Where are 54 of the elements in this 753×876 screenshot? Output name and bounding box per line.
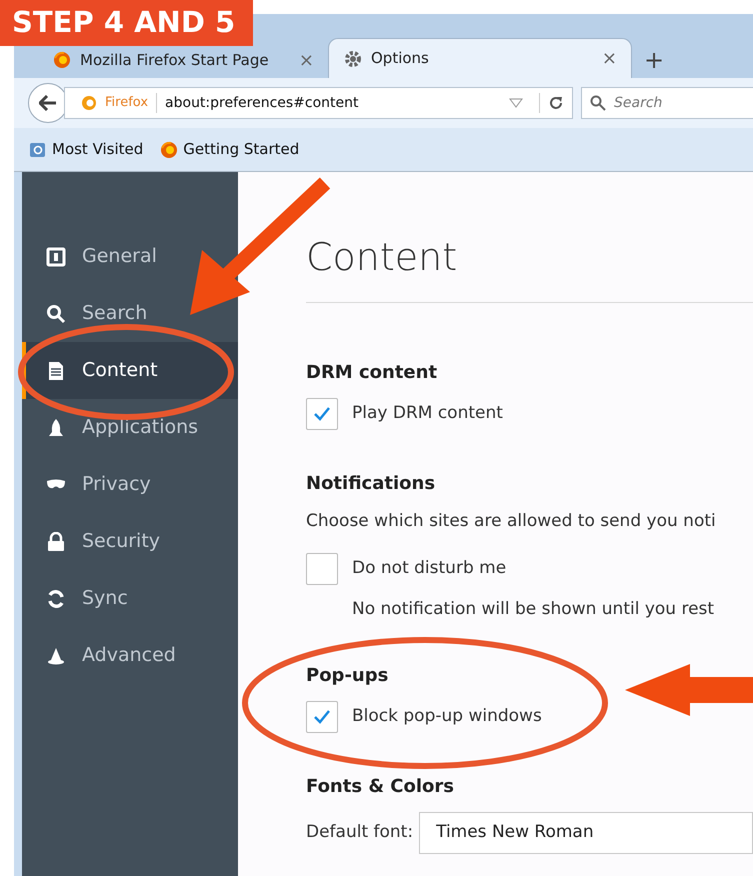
sidebar-item[interactable]: Search (22, 285, 238, 342)
url-text: about:preferences#content (165, 94, 360, 112)
page-title: Content (306, 238, 458, 276)
firefox-icon (159, 140, 180, 160)
close-tab-button[interactable]: × (602, 45, 617, 72)
hat-icon (46, 646, 66, 666)
description-text: Choose which sites are allowed to send you noti (306, 511, 716, 531)
bookmark-link[interactable]: Getting Started (183, 138, 300, 161)
check-icon (314, 710, 330, 724)
section-heading: Pop-ups (306, 664, 390, 688)
checkbox-label: Play DRM content (352, 402, 503, 426)
document-icon (46, 360, 66, 380)
back-arrow-icon (39, 95, 57, 111)
sidebar-item[interactable]: Content (22, 342, 238, 399)
new-tab-button[interactable]: + (632, 42, 676, 78)
search-placeholder: Search (614, 94, 662, 112)
sidebar-item[interactable]: Advanced (22, 627, 238, 684)
browser-tab[interactable]: Options × (328, 38, 632, 78)
sidebar-item[interactable]: Applications (22, 399, 238, 456)
font-select[interactable]: Times New Roman (419, 812, 753, 854)
checkbox-label: Block pop-up windows (352, 705, 542, 728)
search-icon (590, 95, 606, 111)
section-heading: Notifications (306, 472, 436, 496)
sync-icon (46, 588, 66, 608)
reload-icon[interactable] (548, 95, 564, 111)
checkbox[interactable] (306, 552, 338, 584)
window-icon (46, 246, 66, 266)
search-icon (46, 304, 66, 324)
tab-title: Mozilla Firefox Start Page (80, 50, 270, 71)
field-label: Default font: (306, 821, 414, 844)
search-field[interactable]: Search (581, 87, 753, 119)
site-identity: Firefox (105, 94, 148, 112)
address-bar[interactable]: Firefox about:preferences#content (64, 87, 573, 119)
close-tab-button[interactable]: × (298, 46, 314, 74)
bookmark-link[interactable]: Most Visited (52, 138, 144, 161)
gear-icon (343, 48, 363, 68)
dropdown-icon[interactable] (509, 98, 523, 108)
checkbox-label: Do not disturb me (352, 556, 506, 580)
rocket-icon (46, 418, 66, 438)
checkbox[interactable] (306, 398, 338, 430)
lock-icon (46, 532, 66, 552)
sidebar-item[interactable]: General (22, 228, 238, 285)
tab-title: Options (371, 48, 430, 70)
note-text: No notification will be shown until you rest (352, 598, 714, 618)
check-icon (314, 407, 330, 421)
firefox-icon (81, 95, 97, 111)
step-label: STEP 4 AND 5 (0, 0, 253, 46)
section-heading: DRM content (306, 361, 438, 385)
sidebar-item[interactable]: Privacy (22, 456, 238, 513)
firefox-icon (52, 50, 72, 70)
section-heading: Fonts & Colors (306, 775, 455, 799)
sidebar-item[interactable]: Security (22, 513, 238, 570)
checkbox[interactable] (306, 701, 338, 733)
sidebar-item[interactable]: Sync (22, 570, 238, 627)
